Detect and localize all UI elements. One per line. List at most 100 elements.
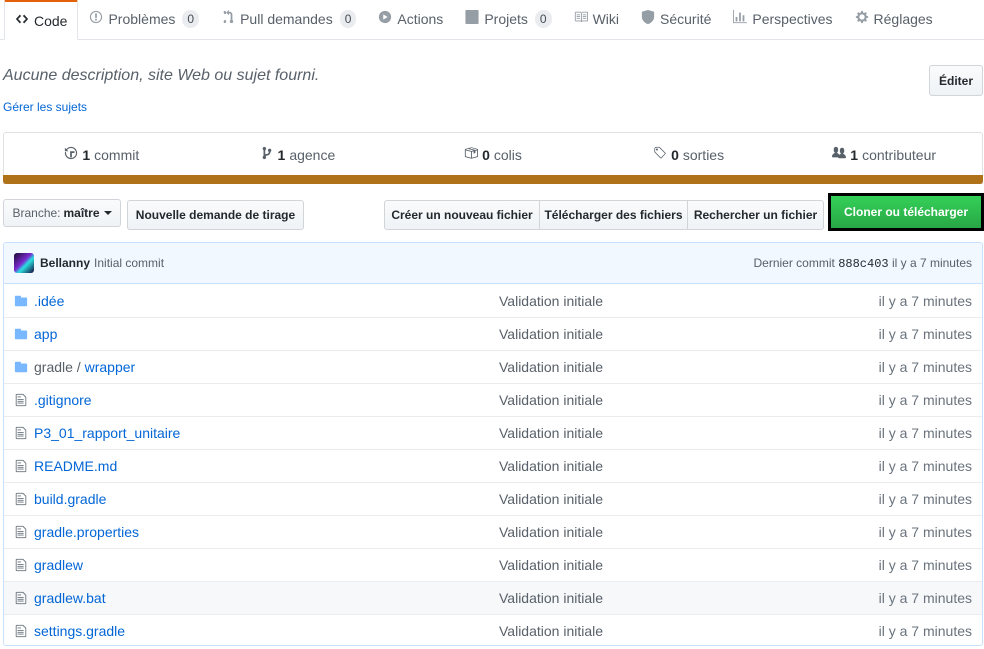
tab-wiki[interactable]: Wiki [563,0,630,39]
branch-icon [260,146,274,163]
file-commit-message[interactable]: Validation initiale [499,491,799,507]
issue-icon [89,10,103,27]
tab-security[interactable]: Sécurité [630,0,722,39]
code-icon [15,12,29,29]
file-age: il y a 7 minutes [878,326,972,342]
package-icon [464,146,479,163]
file-name[interactable]: README.md [34,458,499,474]
file-name[interactable]: .idée [34,293,499,309]
table-row[interactable]: P3_01_rapport_unitaire Validation initial… [4,416,982,449]
commits-count[interactable]: 1 commit [4,133,200,176]
file-age: il y a 7 minutes [878,292,972,309]
manage-topics-link[interactable]: Gérer les sujets [3,100,87,114]
projects-counter: 0 [534,9,552,28]
file-age: il y a 7 minutes [878,557,972,573]
file-icon [14,525,28,539]
avatar[interactable] [14,253,34,273]
last-commit-info: Dernier commit 888c403 il y a 7 minutes [753,255,972,271]
pull-requests-counter: 0 [339,9,357,28]
file-name[interactable]: settings.gradle [34,623,499,639]
file-commit-message[interactable]: Validation initiale [499,326,799,342]
commit-message[interactable]: Initial commit [94,256,164,270]
file-icon [14,459,28,473]
folder-icon [14,294,28,308]
file-commit-message[interactable]: Validation initiale [499,425,799,441]
tab-pull-requests[interactable]: Pull demandes 0 [210,0,367,39]
file-age: il y a 7 minutes [878,425,972,441]
file-name[interactable]: gradle / wrapper [34,359,499,375]
file-age: il y a 7 minutes [878,623,972,639]
releases-count[interactable]: 0 sorties [591,133,787,176]
commit-sha[interactable]: 888c403 [838,257,888,271]
file-name[interactable]: build.gradle [34,491,499,507]
folder-icon [14,360,28,374]
repo-summary: 1 commit 1 agence 0 colis 0 sorties 1 co… [3,132,983,184]
upload-files-button[interactable]: Télécharger des fichiers [539,200,688,230]
file-list: .idée Validation initiale il y a 7 minutes… [4,284,982,645]
tag-icon [653,146,667,163]
clone-download-button[interactable]: Cloner ou télécharger [831,196,981,228]
file-icon [14,393,28,407]
file-commit-message[interactable]: Validation initiale [499,623,799,639]
tab-settings[interactable]: Réglages [844,0,944,39]
file-icon [14,624,28,638]
play-icon [378,10,392,27]
table-row[interactable]: .idée Validation initiale il y a 7 minutes [4,284,982,317]
tab-insights[interactable]: Perspectives [722,0,843,39]
file-commit-message[interactable]: Validation initiale [499,359,799,375]
file-age: il y a 7 minutes [878,458,972,474]
edit-description-button[interactable]: Éditer [929,65,983,96]
file-name[interactable]: gradlew.bat [34,590,499,606]
tab-projects[interactable]: Projets 0 [454,0,562,39]
file-age: il y a 7 minutes [878,491,972,507]
repo-tabs: Code Problèmes 0 Pull demandes 0 Actions… [0,0,984,40]
file-commit-message[interactable]: Validation initiale [499,590,799,606]
file-commit-message[interactable]: Validation initiale [499,524,799,540]
file-name[interactable]: gradle.properties [34,524,499,540]
packages-count[interactable]: 0 colis [395,133,591,176]
table-row[interactable]: gradlew Validation initiale il y a 7 minut… [4,548,982,581]
contributors-count[interactable]: 1 contributeur [786,133,982,176]
file-table: Bellanny Initial commit Dernier commit 8… [3,242,983,646]
table-row[interactable]: .gitignore Validation initiale il y a 7 mi… [4,383,982,416]
file-age: il y a 7 minutes [878,590,972,606]
table-row[interactable]: build.gradle Validation initiale il y a 7 … [4,482,982,515]
create-file-button[interactable]: Créer un nouveau fichier [384,200,540,230]
history-icon [64,146,78,163]
clone-button-highlight: Cloner ou télécharger [828,193,984,231]
file-icon [14,426,28,440]
repo-description: Aucune description, site Web ou sujet fo… [3,67,320,84]
branches-count[interactable]: 1 agence [200,133,396,176]
table-row[interactable]: gradle.properties Validation initiale il y… [4,515,982,548]
commit-age: il y a 7 minutes [891,255,972,270]
shield-icon [641,10,655,27]
language-bar[interactable] [3,175,983,184]
file-commit-message[interactable]: Validation initiale [499,458,799,474]
file-commit-message[interactable]: Validation initiale [499,557,799,573]
pull-request-icon [221,10,235,27]
table-row[interactable]: settings.gradle Validation initiale il y a… [4,614,982,645]
file-age: il y a 7 minutes [878,524,972,540]
tab-issues[interactable]: Problèmes 0 [78,0,210,39]
table-row[interactable]: README.md Validation initiale il y a 7 min… [4,449,982,482]
file-name[interactable]: app [34,326,499,342]
table-row[interactable]: app Validation initiale il y a 7 minutes [4,317,982,350]
file-commit-message[interactable]: Validation initiale [499,293,799,309]
parent-folder-name[interactable]: gradle / [34,359,85,375]
new-pull-request-button[interactable]: Nouvelle demande de tirage [127,200,304,230]
folder-icon [14,327,28,341]
issues-counter: 0 [182,9,200,28]
dropdown-caret-icon [103,211,112,215]
file-commit-message[interactable]: Validation initiale [499,392,799,408]
file-name[interactable]: P3_01_rapport_unitaire [34,425,499,441]
find-file-button[interactable]: Rechercher un fichier [687,200,824,230]
commit-author[interactable]: Bellanny [40,256,90,270]
file-name[interactable]: gradlew [34,557,499,573]
file-name[interactable]: .gitignore [34,392,499,408]
table-row[interactable]: gradlew.bat Validation initiale il y a 7 m… [4,581,982,614]
tab-actions[interactable]: Actions [367,0,454,39]
table-row[interactable]: gradle / wrapper Validation initiale il y … [4,350,982,383]
branch-select-button[interactable]: Branche: maître [3,199,121,227]
file-icon [14,558,28,572]
tab-code[interactable]: Code [4,0,79,40]
